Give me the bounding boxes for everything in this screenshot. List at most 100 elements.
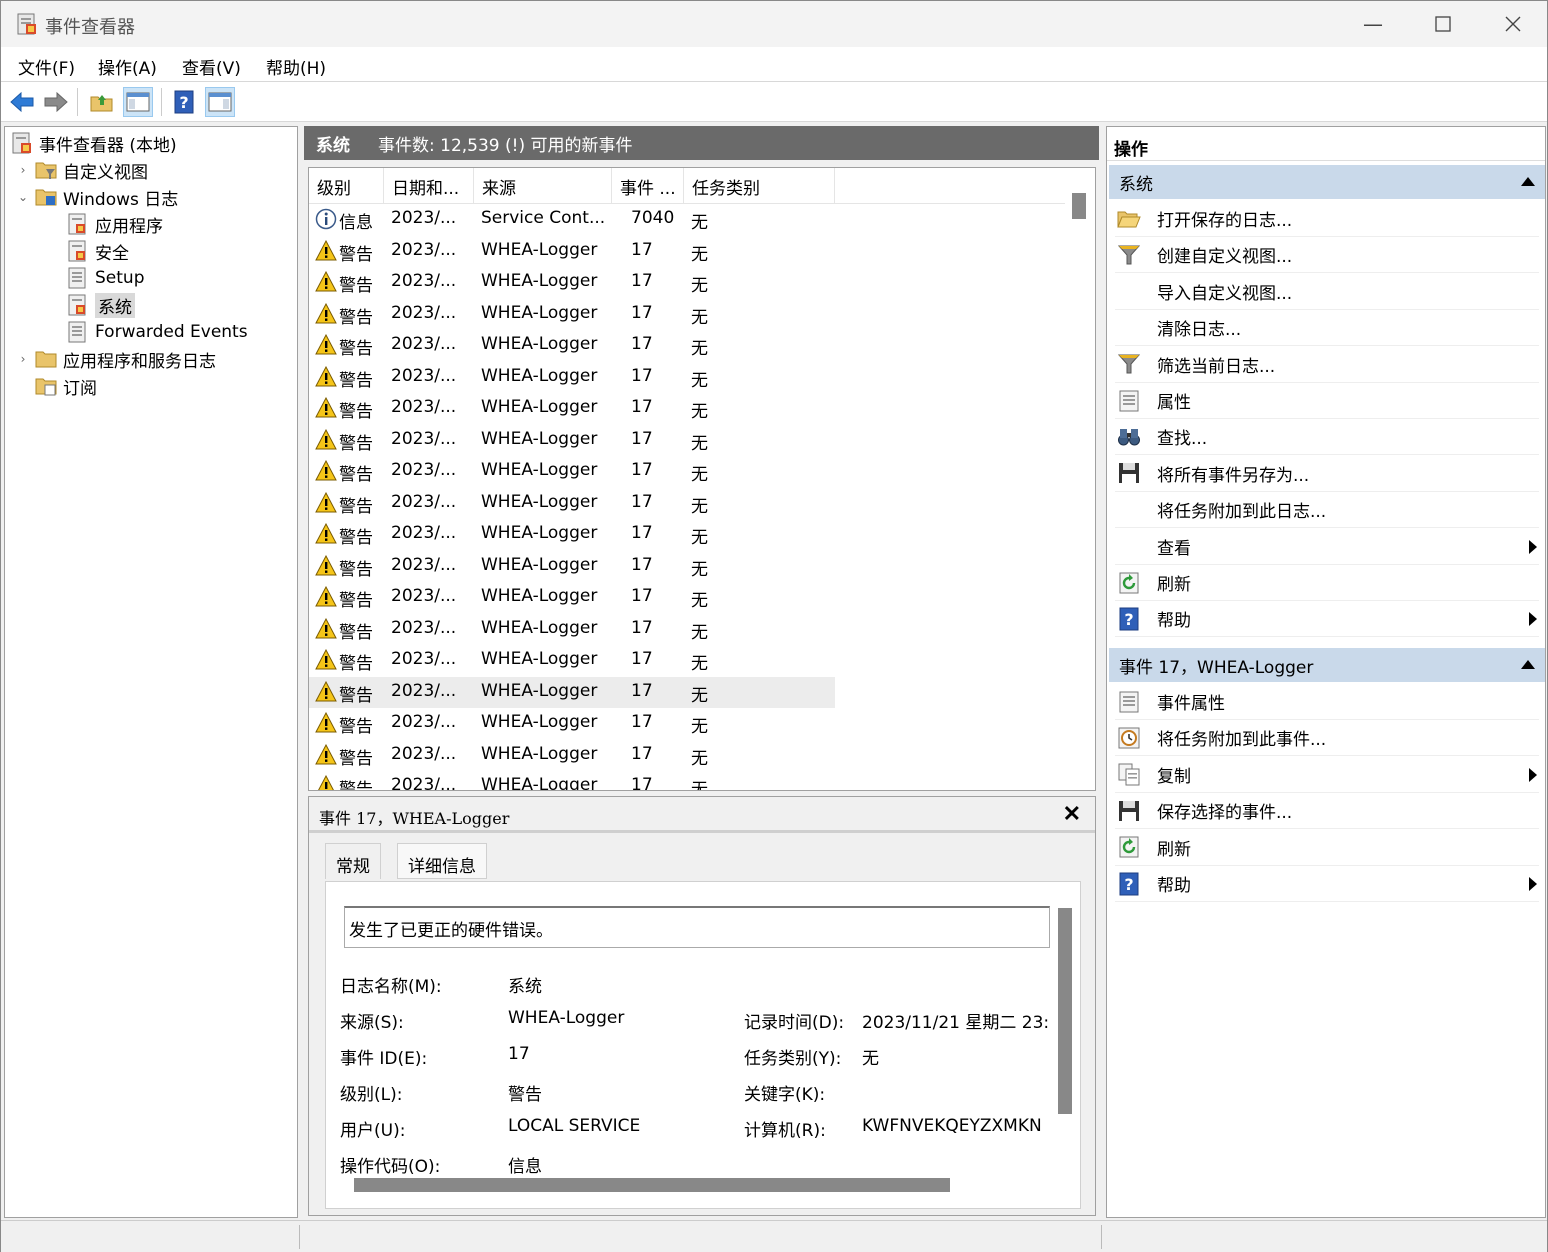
tree-subscriptions[interactable]: 订阅 <box>15 373 97 399</box>
cell-source: WHEA-Logger <box>481 491 598 512</box>
logged-value[interactable]: 2023/11/21 星期二 23: <box>862 1008 1049 1033</box>
system-action-10[interactable]: 刷新 <box>1115 565 1539 601</box>
tab-general[interactable]: 常规 <box>325 843 381 879</box>
menu-action[interactable]: 操作(A) <box>98 54 157 79</box>
cell-event-id: 17 <box>631 712 653 732</box>
system-action-2[interactable]: 导入自定义视图... <box>1115 274 1539 310</box>
column-event-id[interactable]: 事件 ... <box>612 168 684 204</box>
details-vertical-scrollbar[interactable] <box>1058 908 1072 1114</box>
system-action-7[interactable]: 将所有事件另存为... <box>1115 456 1539 492</box>
close-icon[interactable]: ✕ <box>1063 801 1081 827</box>
up-folder-button[interactable] <box>87 87 117 117</box>
tree-custom-views[interactable]: › 自定义视图 <box>15 157 148 183</box>
cell-source: WHEA-Logger <box>481 712 598 732</box>
level-value[interactable]: 警告 <box>508 1080 542 1105</box>
close-button[interactable] <box>1483 5 1543 43</box>
table-row[interactable]: 警告 2023/... WHEA-Logger 17 无 <box>309 330 835 361</box>
save-icon <box>1117 461 1141 485</box>
actions-section-event[interactable]: 事件 17，WHEA-Logger <box>1109 648 1545 682</box>
table-row[interactable]: 警告 2023/... WHEA-Logger 17 无 <box>309 267 835 298</box>
log-name-value[interactable]: 系统 <box>508 972 542 997</box>
opcode-value[interactable]: 信息 <box>508 1152 542 1177</box>
event-action-0[interactable]: 事件属性 <box>1115 684 1539 720</box>
action-label: 属性 <box>1157 393 1191 413</box>
menu-view[interactable]: 查看(V) <box>182 54 241 79</box>
table-row[interactable]: 警告 2023/... WHEA-Logger 17 无 <box>309 740 835 771</box>
help-button[interactable]: ? <box>169 87 199 117</box>
column-level[interactable]: 级别 <box>309 168 384 204</box>
event-list-scroll-thumb[interactable] <box>1072 193 1086 219</box>
tree-system[interactable]: 系统 <box>67 292 135 318</box>
minimize-button[interactable]: — <box>1343 5 1403 43</box>
actions-section-system[interactable]: 系统 <box>1109 165 1545 199</box>
collapse-triangle-icon[interactable] <box>1521 660 1535 669</box>
maximize-button[interactable] <box>1413 5 1473 43</box>
collapse-icon[interactable]: ⌄ <box>15 190 31 204</box>
folder-up-icon <box>90 95 113 112</box>
table-row[interactable]: 警告 2023/... WHEA-Logger 17 无 <box>309 393 835 424</box>
event-list-scrollbar[interactable] <box>1065 168 1095 788</box>
menu-help[interactable]: 帮助(H) <box>266 54 326 79</box>
tree-security[interactable]: 安全 <box>67 238 129 264</box>
system-action-0[interactable]: 打开保存的日志... <box>1115 201 1539 237</box>
event-description[interactable]: 发生了已更正的硬件错误。 <box>344 906 1050 948</box>
tab-details[interactable]: 详细信息 <box>397 843 487 879</box>
expand-icon[interactable]: › <box>15 352 31 366</box>
table-row[interactable]: 警告 2023/... WHEA-Logger 17 无 <box>309 299 835 330</box>
event-action-1[interactable]: 将任务附加到此事件... <box>1115 720 1539 757</box>
table-row[interactable]: 警告 2023/... WHEA-Logger 17 无 <box>309 551 835 582</box>
cell-event-id: 17 <box>631 365 653 386</box>
system-action-3[interactable]: 清除日志... <box>1115 310 1539 347</box>
task-category-value[interactable]: 无 <box>862 1044 879 1069</box>
menu-file[interactable]: 文件(F) <box>18 54 75 79</box>
column-task-category[interactable]: 任务类别 <box>684 168 835 204</box>
table-row[interactable]: 警告 2023/... WHEA-Logger 17 无 <box>309 645 835 676</box>
system-action-11[interactable]: ? 帮助 <box>1115 601 1539 638</box>
column-source[interactable]: 来源 <box>474 168 612 204</box>
table-row[interactable]: 警告 2023/... WHEA-Logger 17 无 <box>309 708 835 739</box>
event-action-2[interactable]: 复制 <box>1115 757 1539 793</box>
tree-root[interactable]: 事件查看器 (本地) <box>11 130 177 156</box>
table-row[interactable]: 警告 2023/... WHEA-Logger 17 无 <box>309 676 835 708</box>
show-hide-tree-button[interactable] <box>123 87 153 117</box>
table-row[interactable]: 警告 2023/... WHEA-Logger 17 无 <box>309 488 835 519</box>
table-row[interactable]: 警告 2023/... WHEA-Logger 17 无 <box>309 614 835 645</box>
table-row[interactable]: 警告 2023/... WHEA-Logger 17 无 <box>309 519 835 550</box>
user-value[interactable]: LOCAL SERVICE <box>508 1116 640 1136</box>
status-bar <box>1 1220 1547 1252</box>
forward-button[interactable] <box>41 87 71 117</box>
show-hide-action-pane-button[interactable] <box>205 87 235 117</box>
system-action-8[interactable]: 将任务附加到此日志... <box>1115 492 1539 529</box>
expand-icon[interactable]: › <box>15 163 31 177</box>
tree-forwarded-events[interactable]: Forwarded Events <box>67 319 248 345</box>
table-row[interactable]: 警告 2023/... WHEA-Logger 17 无 <box>309 236 835 267</box>
table-row[interactable]: 警告 2023/... WHEA-Logger 17 无 <box>309 362 835 393</box>
system-action-6[interactable]: 查找... <box>1115 419 1539 456</box>
tree-application[interactable]: 应用程序 <box>67 211 163 237</box>
system-action-1[interactable]: 创建自定义视图... <box>1115 237 1539 274</box>
table-row[interactable]: 信息 2023/... Service Cont... 7040 无 <box>309 204 835 235</box>
opcode-label: 操作代码(O): <box>340 1157 441 1177</box>
event-action-4[interactable]: 刷新 <box>1115 830 1539 866</box>
table-row[interactable]: 警告 2023/... WHEA-Logger 17 无 <box>309 425 835 456</box>
back-button[interactable] <box>7 87 37 117</box>
table-row[interactable]: 警告 2023/... WHEA-Logger 17 无 <box>309 582 835 613</box>
event-action-5[interactable]: ? 帮助 <box>1115 866 1539 902</box>
system-action-5[interactable]: 属性 <box>1115 383 1539 419</box>
collapse-triangle-icon[interactable] <box>1521 177 1535 186</box>
tree-app-service-logs[interactable]: › 应用程序和服务日志 <box>15 346 216 372</box>
event-action-3[interactable]: 保存选择的事件... <box>1115 793 1539 830</box>
action-label: 筛选当前日志... <box>1157 356 1276 377</box>
folder-filter-icon <box>35 162 57 179</box>
source-value[interactable]: WHEA-Logger <box>508 1008 624 1028</box>
tree-windows-logs[interactable]: ⌄ Windows 日志 <box>15 184 178 210</box>
computer-value[interactable]: KWFNVEKQEYZXMKN <box>862 1116 1042 1136</box>
table-row[interactable]: 警告 2023/... WHEA-Logger 17 无 <box>309 771 835 790</box>
system-action-9[interactable]: 查看 <box>1115 529 1539 565</box>
event-id-value[interactable]: 17 <box>508 1044 530 1064</box>
tree-setup[interactable]: Setup <box>67 265 144 291</box>
table-row[interactable]: 警告 2023/... WHEA-Logger 17 无 <box>309 456 835 487</box>
details-horizontal-scrollbar[interactable] <box>354 1178 950 1192</box>
column-date[interactable]: 日期和... <box>384 168 474 204</box>
system-action-4[interactable]: 筛选当前日志... <box>1115 347 1539 383</box>
